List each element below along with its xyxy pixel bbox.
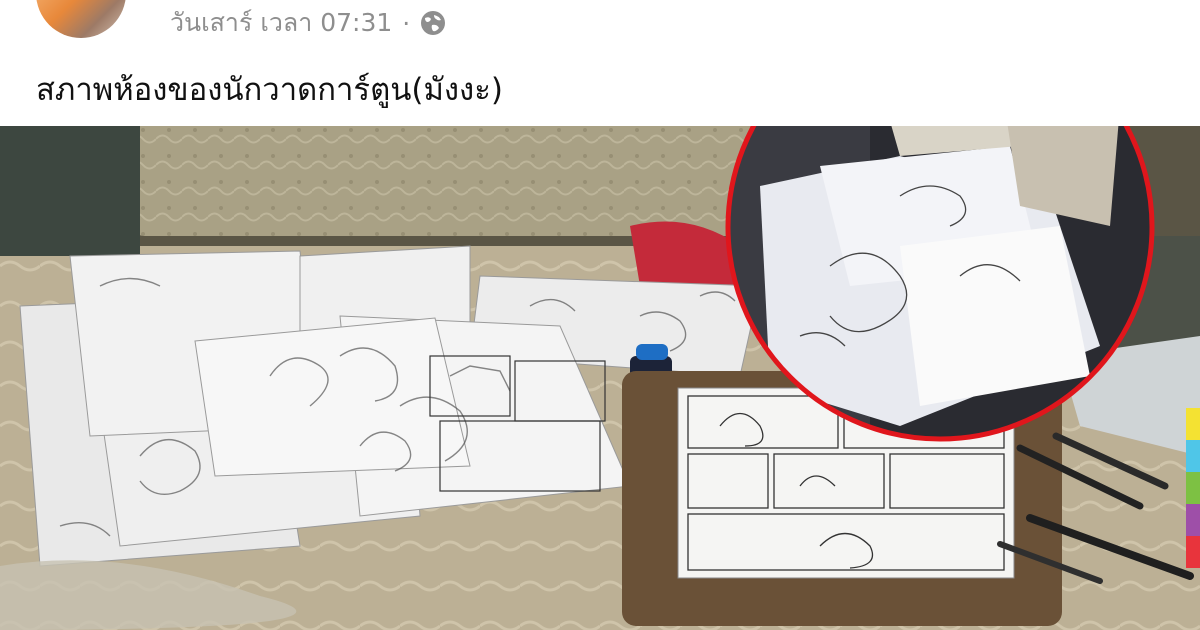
meta-separator: · [402, 8, 411, 38]
post-photo[interactable] [0, 126, 1200, 630]
color-strip-green [1186, 472, 1200, 504]
avatar[interactable] [36, 0, 126, 38]
color-strip-cyan [1186, 440, 1200, 472]
color-strip [1186, 408, 1200, 568]
photo-illustration [0, 126, 1200, 630]
post-meta: วันเสาร์ เวลา 07:31 · [170, 6, 446, 40]
color-strip-purple [1186, 504, 1200, 536]
globe-icon[interactable] [420, 10, 446, 36]
color-strip-yellow [1186, 408, 1200, 440]
post-timestamp[interactable]: วันเสาร์ เวลา 07:31 [170, 3, 392, 43]
post-header: วันเสาร์ เวลา 07:31 · สภาพห้องของนักวาดก… [0, 0, 1200, 126]
color-strip-red [1186, 536, 1200, 568]
post-title: สภาพห้องของนักวาดการ์ตูน(มังงะ) [36, 72, 503, 108]
